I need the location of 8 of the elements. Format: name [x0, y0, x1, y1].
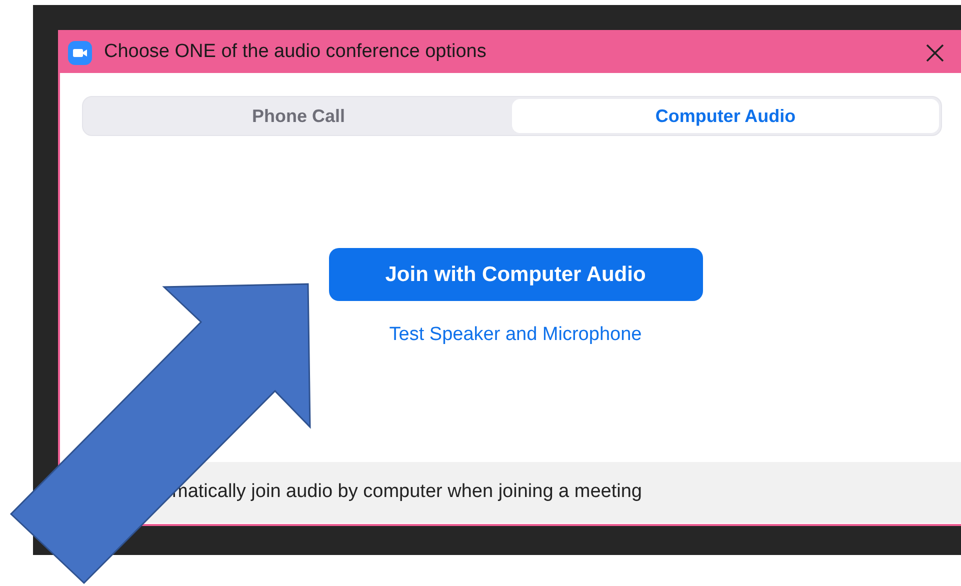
close-icon: [926, 44, 944, 62]
test-audio-link[interactable]: Test Speaker and Microphone: [389, 321, 642, 350]
tab[interactable]: Computer Audio: [512, 99, 939, 133]
video-camera-icon: [68, 40, 92, 64]
tab[interactable]: Phone Call: [85, 99, 512, 133]
window-title: Choose ONE of the audio conference options: [104, 40, 486, 64]
auto-join-label: matically join audio by computer when joining a meeting: [172, 480, 642, 504]
join-audio-button[interactable]: Join with Computer Audio: [328, 248, 702, 301]
